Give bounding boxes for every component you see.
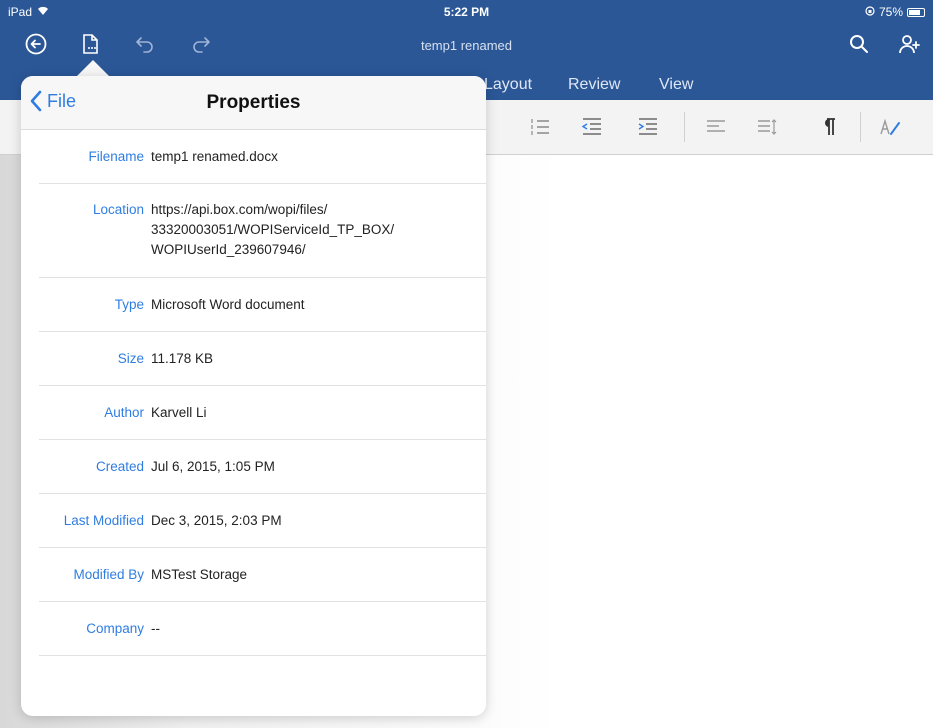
property-label: Size <box>117 351 144 366</box>
status-right: 75% <box>865 5 925 19</box>
redo-icon[interactable] <box>187 30 215 58</box>
tab-view[interactable]: View <box>659 76 693 94</box>
property-row: Location https://api.box.com/wopi/files/… <box>39 184 486 278</box>
property-value: -- <box>151 620 160 636</box>
property-label: Modified By <box>73 567 144 582</box>
property-label: Filename <box>88 149 144 164</box>
property-row: Created Jul 6, 2015, 1:05 PM <box>39 440 486 494</box>
property-label: Author <box>104 405 144 420</box>
toolbar-divider <box>860 112 861 142</box>
undo-icon[interactable] <box>131 30 159 58</box>
property-row: Modified By MSTest Storage <box>39 548 486 602</box>
align-left-icon[interactable] <box>704 115 728 139</box>
property-value: Karvell Li <box>151 404 207 420</box>
lock-rotation-icon <box>865 5 875 19</box>
back-circle-icon[interactable] <box>22 30 50 58</box>
toolbar-divider <box>684 112 685 142</box>
property-value: Microsoft Word document <box>151 296 305 312</box>
property-label: Last Modified <box>63 513 144 528</box>
properties-popover: File Properties Filename temp1 renamed.d… <box>21 76 486 716</box>
properties-list: Filename temp1 renamed.docx Location htt… <box>21 130 486 656</box>
property-value: https://api.box.com/wopi/files/ 33320003… <box>151 202 395 257</box>
property-label: Company <box>86 621 144 636</box>
line-spacing-icon[interactable] <box>755 115 779 139</box>
property-value: MSTest Storage <box>151 566 248 582</box>
status-time: 5:22 PM <box>443 5 490 19</box>
tab-review[interactable]: Review <box>568 76 620 94</box>
property-label: Location <box>92 202 144 217</box>
property-value: Dec 3, 2015, 2:03 PM <box>151 512 282 528</box>
popover-title: Properties <box>206 92 301 113</box>
increase-indent-icon[interactable] <box>636 115 660 139</box>
numbered-list-icon[interactable] <box>528 115 552 139</box>
property-value: Jul 6, 2015, 1:05 PM <box>151 458 275 474</box>
property-label: Type <box>114 297 144 312</box>
popover-arrow <box>77 60 109 76</box>
battery-percent: 75% <box>878 5 903 19</box>
property-row: Type Microsoft Word document <box>39 278 486 332</box>
title-bar: iPad 5:22 PM 75% temp1 renamed <box>0 0 933 72</box>
pilcrow-icon[interactable] <box>817 115 841 139</box>
add-person-icon[interactable] <box>895 30 923 58</box>
property-row: Filename temp1 renamed.docx <box>39 130 486 184</box>
search-icon[interactable] <box>845 30 873 58</box>
file-icon[interactable] <box>76 30 104 58</box>
property-row: Last Modified Dec 3, 2015, 2:03 PM <box>39 494 486 548</box>
styles-icon[interactable] <box>878 115 902 139</box>
property-label: Created <box>95 459 144 474</box>
property-row: Size 11.178 KB <box>39 332 486 386</box>
tab-layout[interactable]: Layout <box>484 76 532 94</box>
popover-header: File Properties <box>21 76 486 130</box>
property-row: Company -- <box>39 602 486 656</box>
property-value: 11.178 KB <box>151 350 214 366</box>
property-value: temp1 renamed.docx <box>151 148 278 164</box>
decrease-indent-icon[interactable] <box>580 115 604 139</box>
battery-icon <box>907 7 925 17</box>
property-row: Author Karvell Li <box>39 386 486 440</box>
